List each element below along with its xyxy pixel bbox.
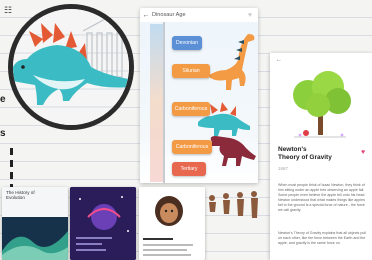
favorite-heart-icon[interactable]: ♥ xyxy=(361,149,365,156)
dinosaur-app-screen: ← Dinosaur Age ♥ Devonian Silurian Carbo… xyxy=(140,8,258,183)
neanderthal-illustration xyxy=(139,187,205,231)
neanderthal-card-text xyxy=(139,238,205,256)
back-arrow-icon[interactable]: ← xyxy=(140,12,152,19)
dinosaur-app-header: ← Dinosaur Age ♥ xyxy=(140,8,258,22)
space-card[interactable] xyxy=(70,187,136,260)
magnifier-lens xyxy=(8,4,134,130)
timeline-line xyxy=(163,22,165,183)
history-of-evolution-card[interactable]: The History of Evolution xyxy=(2,187,68,260)
trex-illustration xyxy=(210,136,256,166)
human-evolution-illustration xyxy=(209,191,258,218)
newton-app-screen: ← Newton's Theory of Gravity ♥ 1687 When… xyxy=(270,53,372,260)
space-illustration xyxy=(70,187,136,260)
brachiosaurus-illustration xyxy=(208,34,255,90)
apple-tree-illustration xyxy=(293,71,351,138)
era-gradient-bar xyxy=(150,24,164,182)
era-label-carboniferous-2[interactable]: Carboniferous xyxy=(172,140,212,154)
era-label-devonian[interactable]: Devonian xyxy=(172,36,202,50)
newton-title-line2: Theory of Gravity xyxy=(278,154,332,161)
card-title-line2: Evolution xyxy=(6,195,25,200)
stegosaurus-illustration xyxy=(13,9,129,125)
newton-title-line1: Newton's xyxy=(278,146,307,153)
heart-icon[interactable]: ♥ xyxy=(248,12,252,19)
era-label-carboniferous[interactable]: Carboniferous xyxy=(172,102,210,116)
era-label-tertiary[interactable]: Tertiary xyxy=(172,162,206,176)
back-arrow-icon-2[interactable]: ← xyxy=(276,57,282,63)
era-label-silurian[interactable]: Silurian xyxy=(172,64,210,78)
card-header: The History of Evolution xyxy=(2,187,68,217)
newton-subtitle: 1687 xyxy=(278,166,289,171)
dinosaur-app-title: Dinosaur Age xyxy=(152,12,186,18)
evolution-chart-illustration xyxy=(2,217,68,260)
neanderthal-card[interactable] xyxy=(139,187,205,260)
newton-paragraph-2: Newton's Theory of Gravity explains that… xyxy=(278,231,366,245)
fragment-letter-s: s xyxy=(0,128,6,139)
newton-paragraph-1: When most people think of Isaac Newton, … xyxy=(278,183,366,212)
fragment-letter-e: e xyxy=(0,94,6,105)
timeline-area: Devonian Silurian Carboniferous Carbonif… xyxy=(140,22,258,183)
newton-title: Newton's Theory of Gravity xyxy=(278,146,332,162)
